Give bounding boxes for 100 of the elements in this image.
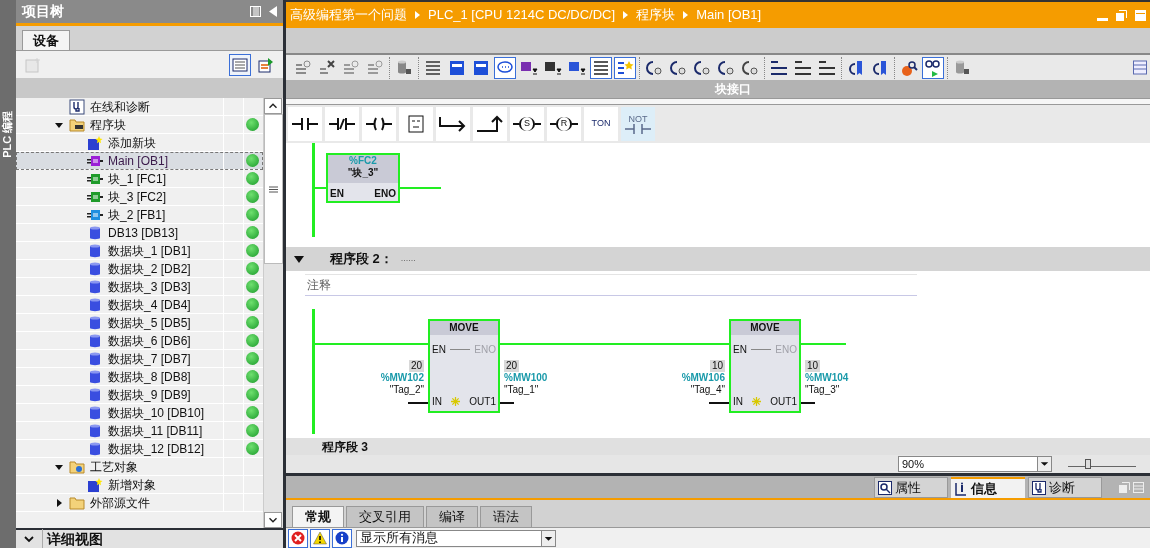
tree-item[interactable]: 程序块 [16,116,263,134]
value-label: 10 [805,360,821,372]
zoom-select[interactable]: 90% [898,456,1052,472]
tree-item[interactable]: 数据块_10 [DB10] [16,404,263,422]
panel-layout-icon[interactable] [250,6,261,17]
network-title: 程序段 3 [322,438,368,455]
error-icon [291,531,305,545]
value-label: 10 [709,360,725,372]
instruction-button[interactable]: R [547,107,581,141]
inspector-tab[interactable]: 信息 [951,477,1025,498]
scroll-down-icon[interactable] [264,512,282,528]
filter-button[interactable] [310,528,330,548]
pin-label: ENO [374,187,396,201]
window-split-icon[interactable] [1133,59,1147,76]
inspector-subtab[interactable]: 常规 [292,506,344,527]
lines-icon [592,58,610,77]
tree-item[interactable]: 数据块_12 [DB12] [16,440,263,458]
database-icon [87,440,103,457]
collapse-icon[interactable] [269,6,277,17]
tree-item-label: 数据块_5 [DB5] [108,314,191,332]
pin-label: OUT1 [770,395,797,409]
tree-item[interactable]: 数据块_6 [DB6] [16,332,263,350]
tree-item[interactable]: 数据块_3 [DB3] [16,278,263,296]
tree-item[interactable]: Main [OB1] [16,152,263,170]
inspector-subtab[interactable]: 交叉引用 [346,506,424,527]
chevron-icon[interactable] [24,535,34,543]
instruction-button[interactable] [362,107,396,141]
tree-item[interactable]: 新增对象 [16,476,263,494]
wire [801,402,815,404]
tree-item-label: 数据块_4 [DB4] [108,296,191,314]
tree-item-label: 数据块_11 [DB11] [108,422,203,440]
instruction-button[interactable]: TON [584,107,618,141]
expanded-arrow-icon[interactable] [55,120,63,129]
tree-item[interactable]: 块_3 [FC2] [16,188,263,206]
instruction-button[interactable] [473,107,507,141]
inspector-subtab[interactable]: 语法 [480,506,532,527]
zoom-slider[interactable] [1068,457,1136,471]
tree-item[interactable]: 数据块_8 [DB8] [16,368,263,386]
curved-arrow-icon [669,58,687,77]
tree-item[interactable]: 数据块_5 [DB5] [16,314,263,332]
tree-item[interactable]: 数据块_11 [DB11] [16,422,263,440]
tree-item-label: 数据块_9 [DB9] [108,386,191,404]
tree-item-label: 数据块_2 [DB2] [108,260,191,278]
toolbar-button[interactable] [590,56,612,79]
collapse-arrow-icon[interactable] [294,255,304,263]
address-label: %MW106 [681,372,725,384]
instruction-button[interactable]: NOT [621,107,655,141]
tree-item[interactable]: 块_1 [FC1] [16,170,263,188]
tree-item[interactable]: 数据块_1 [DB1] [16,242,263,260]
expanded-arrow-icon[interactable] [55,462,63,471]
tree-item[interactable]: DB13 [DB13] [16,224,263,242]
instruction-button[interactable]: S [510,107,544,141]
tree-item[interactable]: 工艺对象 [16,458,263,476]
inspector-tab[interactable]: 诊断 [1028,477,1102,498]
wire [709,402,729,404]
side-tab[interactable]: PLC 编程 [0,110,17,158]
curved-arrow-icon [741,58,759,77]
instruction-button[interactable] [436,107,470,141]
filter-button[interactable] [332,528,352,548]
instruction-button[interactable] [288,107,322,141]
tag-label: "Tag_4" [690,384,725,396]
instruction-button[interactable] [325,107,359,141]
pin-label: EN [330,187,344,201]
tree-item[interactable]: 数据块_2 [DB2] [16,260,263,278]
tree-item-label: 新增对象 [108,476,156,494]
toolbar-button[interactable] [494,56,516,79]
diagnostics-icon [69,98,85,115]
slider-thumb[interactable] [1085,459,1092,469]
address-label: %MW100 [504,372,548,384]
panel-icon [448,58,466,77]
network-comment-dots: ...... [400,252,416,266]
database-icon [87,260,103,277]
scroll-up-icon[interactable] [264,98,282,114]
wire [408,402,428,404]
grip-icon[interactable] [269,185,278,193]
curved-arrow-icon [645,58,663,77]
network-title: 程序段 2： [330,250,393,269]
message-filter-select[interactable]: 显示所有消息 [356,529,556,547]
toolbar-button[interactable] [922,56,944,79]
tag-label: "Tag_2" [389,384,424,396]
collapsed-arrow-icon[interactable] [55,498,63,507]
tree-item[interactable]: 在线和诊断 [16,98,263,116]
tree-item[interactable]: 块_2 [FB1] [16,206,263,224]
bookmark-icon [871,58,889,77]
inspector-subtab[interactable]: 编译 [426,506,478,527]
inspector-tab[interactable]: 属性 [874,477,948,498]
contact-icon [625,123,651,134]
tree-item[interactable]: 数据块_9 [DB9] [16,386,263,404]
comment-field[interactable]: 注释 [305,276,333,294]
tree-item[interactable]: 数据块_4 [DB4] [16,296,263,314]
address-label: %MW102 [380,372,424,384]
panel-tab[interactable]: 设备 [22,30,70,50]
list-view-button[interactable] [229,53,251,76]
scrollbar[interactable] [263,98,283,528]
database-icon [87,242,103,259]
toolbar-button[interactable] [614,56,636,79]
info-arrows-icon [954,481,968,496]
tree-item[interactable]: 外部源文件 [16,494,263,512]
tree-item[interactable]: 数据块_7 [DB7] [16,350,263,368]
box-title: MOVE [430,321,498,335]
